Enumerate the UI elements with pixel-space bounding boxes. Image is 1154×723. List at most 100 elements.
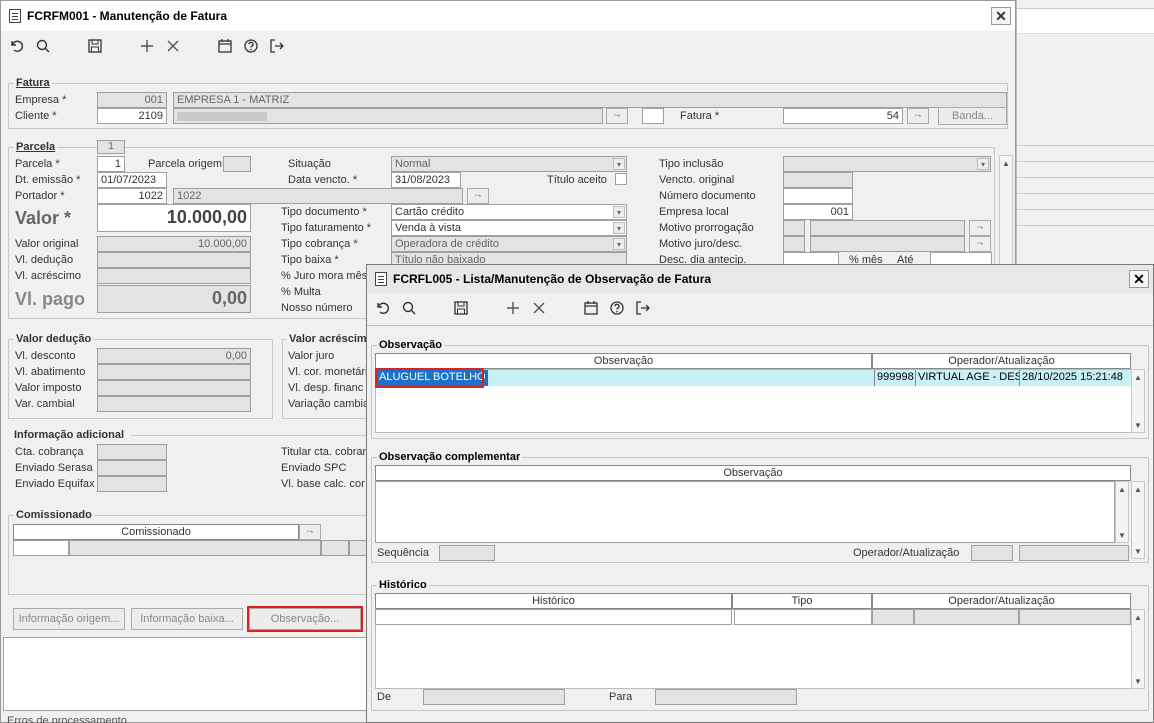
historico-tipo-cell[interactable] [734, 609, 872, 625]
calendar-icon[interactable] [215, 36, 235, 56]
valor-field[interactable]: 10.000,00 [97, 204, 251, 232]
portador-lookup-button[interactable]: ⤳ [467, 188, 489, 204]
search-icon[interactable] [33, 36, 53, 56]
blurred-name [177, 112, 267, 121]
close-icon[interactable]: ✕ [991, 7, 1011, 25]
tipo-documento-select[interactable]: Cartão crédito ▾ [391, 204, 627, 220]
add-icon[interactable] [137, 36, 157, 56]
calendar-icon[interactable] [581, 298, 601, 318]
chevron-down-icon[interactable]: ▾ [613, 222, 625, 234]
col-tipo-header[interactable]: Tipo [732, 593, 872, 609]
motivo-prorrogacao-code [783, 220, 805, 236]
vl-desp-financ-label: Vl. desp. financ [288, 382, 364, 394]
info-adicional-group-label: Informação adicional [14, 429, 125, 441]
col-hist-operador-header[interactable]: Operador/Atualização [872, 593, 1131, 609]
col-obs-complementar-header[interactable]: Observação [375, 465, 1131, 481]
comissionado-column-header[interactable]: Comissionado [13, 524, 299, 540]
chevron-down-icon[interactable]: ▾ [977, 158, 989, 170]
multa-label: % Multa [281, 286, 321, 298]
empresa-local-field[interactable]: 001 [783, 204, 853, 220]
add-icon[interactable] [503, 298, 523, 318]
fatura-field[interactable]: 54 [783, 108, 903, 124]
help-icon[interactable] [241, 36, 261, 56]
parcela-scrollbar[interactable]: ▲ [999, 155, 1013, 273]
enviado-equifax-field [97, 476, 167, 492]
banda-button[interactable]: Banda... [938, 107, 1007, 125]
save-icon[interactable] [451, 298, 471, 318]
enviado-serasa-field [97, 460, 167, 476]
parcela-group-label: Parcela [14, 141, 58, 153]
vl-desconto-label: Vl. desconto [15, 350, 76, 362]
parcela-origem-label: Parcela origem [148, 158, 222, 170]
exit-icon[interactable] [633, 298, 653, 318]
col-historico-header[interactable]: Histórico [375, 593, 732, 609]
tipo-documento-label: Tipo documento * [281, 206, 367, 218]
situacao-select[interactable]: Normal ▾ [391, 156, 627, 172]
delete-icon[interactable] [529, 298, 549, 318]
tipo-cobranca-select[interactable]: Operadora de crédito ▾ [391, 236, 627, 252]
col-operador-header[interactable]: Operador/Atualização [872, 353, 1131, 369]
historico-operador-code-cell [872, 609, 914, 625]
motivo-prorrogacao-label: Motivo prorrogação [659, 222, 754, 234]
parcela-tab[interactable]: 1 [97, 140, 125, 154]
close-icon[interactable]: ✕ [1129, 270, 1149, 288]
fatura-lookup-button[interactable]: ⤳ [907, 108, 929, 124]
data-vencto-field[interactable]: 31/08/2023 [391, 172, 461, 188]
dt-emissao-field[interactable]: 01/07/2023 [97, 172, 167, 188]
comissionado-lookup-button[interactable]: ⤳ [299, 524, 321, 540]
document-icon [375, 272, 387, 286]
valor-original-field: 10.000,00 [97, 236, 251, 252]
empresa-code-field[interactable]: 001 [97, 92, 167, 108]
vl-abatimento-field [97, 364, 251, 380]
portador-code-field[interactable]: 1022 [97, 188, 167, 204]
fatura-group-label: Fatura [14, 77, 52, 89]
exit-icon[interactable] [267, 36, 287, 56]
col-observacao-header[interactable]: Observação [375, 353, 872, 369]
historico-row-cell[interactable] [375, 609, 732, 625]
help-icon[interactable] [607, 298, 627, 318]
historico-scrollbar[interactable]: ▲ ▼ [1131, 609, 1145, 689]
empresa-local-label: Empresa local [659, 206, 729, 218]
fatura-label: Fatura * [680, 110, 720, 122]
parcela-field[interactable]: 1 [97, 156, 125, 172]
historico-data-cell [1019, 609, 1131, 625]
cliente-extra-field[interactable] [642, 108, 664, 124]
chevron-down-icon[interactable]: ▾ [613, 158, 625, 170]
obs-complementar-outer-scrollbar[interactable]: ▲ ▼ [1131, 481, 1145, 559]
titulo-aceito-checkbox[interactable] [615, 173, 627, 185]
vl-abatimento-label: Vl. abatimento [15, 366, 86, 378]
undo-icon[interactable] [373, 298, 393, 318]
var-cambial-label: Var. cambial [15, 398, 75, 410]
cliente-code-field[interactable]: 2109 [97, 108, 167, 124]
numero-documento-field[interactable] [783, 188, 853, 204]
motivo-prorrogacao-lookup[interactable]: ⤳ [969, 220, 991, 236]
para-label: Para [609, 691, 633, 703]
motivo-juro-lookup[interactable]: ⤳ [969, 236, 991, 252]
juro-mora-label: % Juro mora mês [281, 270, 368, 282]
cliente-lookup-button[interactable]: ⤳ [606, 108, 628, 124]
delete-icon[interactable] [163, 36, 183, 56]
valor-label: Valor * [15, 208, 72, 228]
motivo-prorrogacao-name [810, 220, 965, 236]
empresa-label: Empresa * [15, 94, 67, 106]
undo-icon[interactable] [7, 36, 27, 56]
save-icon[interactable] [85, 36, 105, 56]
obs-complementar-textarea[interactable] [375, 481, 1115, 543]
vl-base-calc-label: Vl. base calc. cor [281, 478, 365, 490]
cliente-name-field [173, 108, 603, 124]
tipo-inclusao-select[interactable]: ▾ [783, 156, 991, 172]
background-divider [1017, 161, 1154, 162]
chevron-down-icon[interactable]: ▾ [613, 206, 625, 218]
var-cambial-field [97, 396, 251, 412]
obs-complementar-scrollbar[interactable]: ▲ ▼ [1115, 481, 1129, 543]
search-icon[interactable] [399, 298, 419, 318]
vl-deducao-field [97, 252, 251, 268]
informacao-baixa-button[interactable]: Informação baixa... [131, 608, 243, 630]
chevron-down-icon[interactable]: ▾ [613, 238, 625, 250]
comissionado-row-cell-1[interactable] [13, 540, 69, 556]
motivo-juro-code [783, 236, 805, 252]
informacao-origem-button[interactable]: Informação origem... [13, 608, 125, 630]
observacao-scrollbar[interactable]: ▲ ▼ [1131, 369, 1145, 433]
tipo-faturamento-select[interactable]: Venda à vista ▾ [391, 220, 627, 236]
enviado-equifax-label: Enviado Equifax [15, 478, 95, 490]
